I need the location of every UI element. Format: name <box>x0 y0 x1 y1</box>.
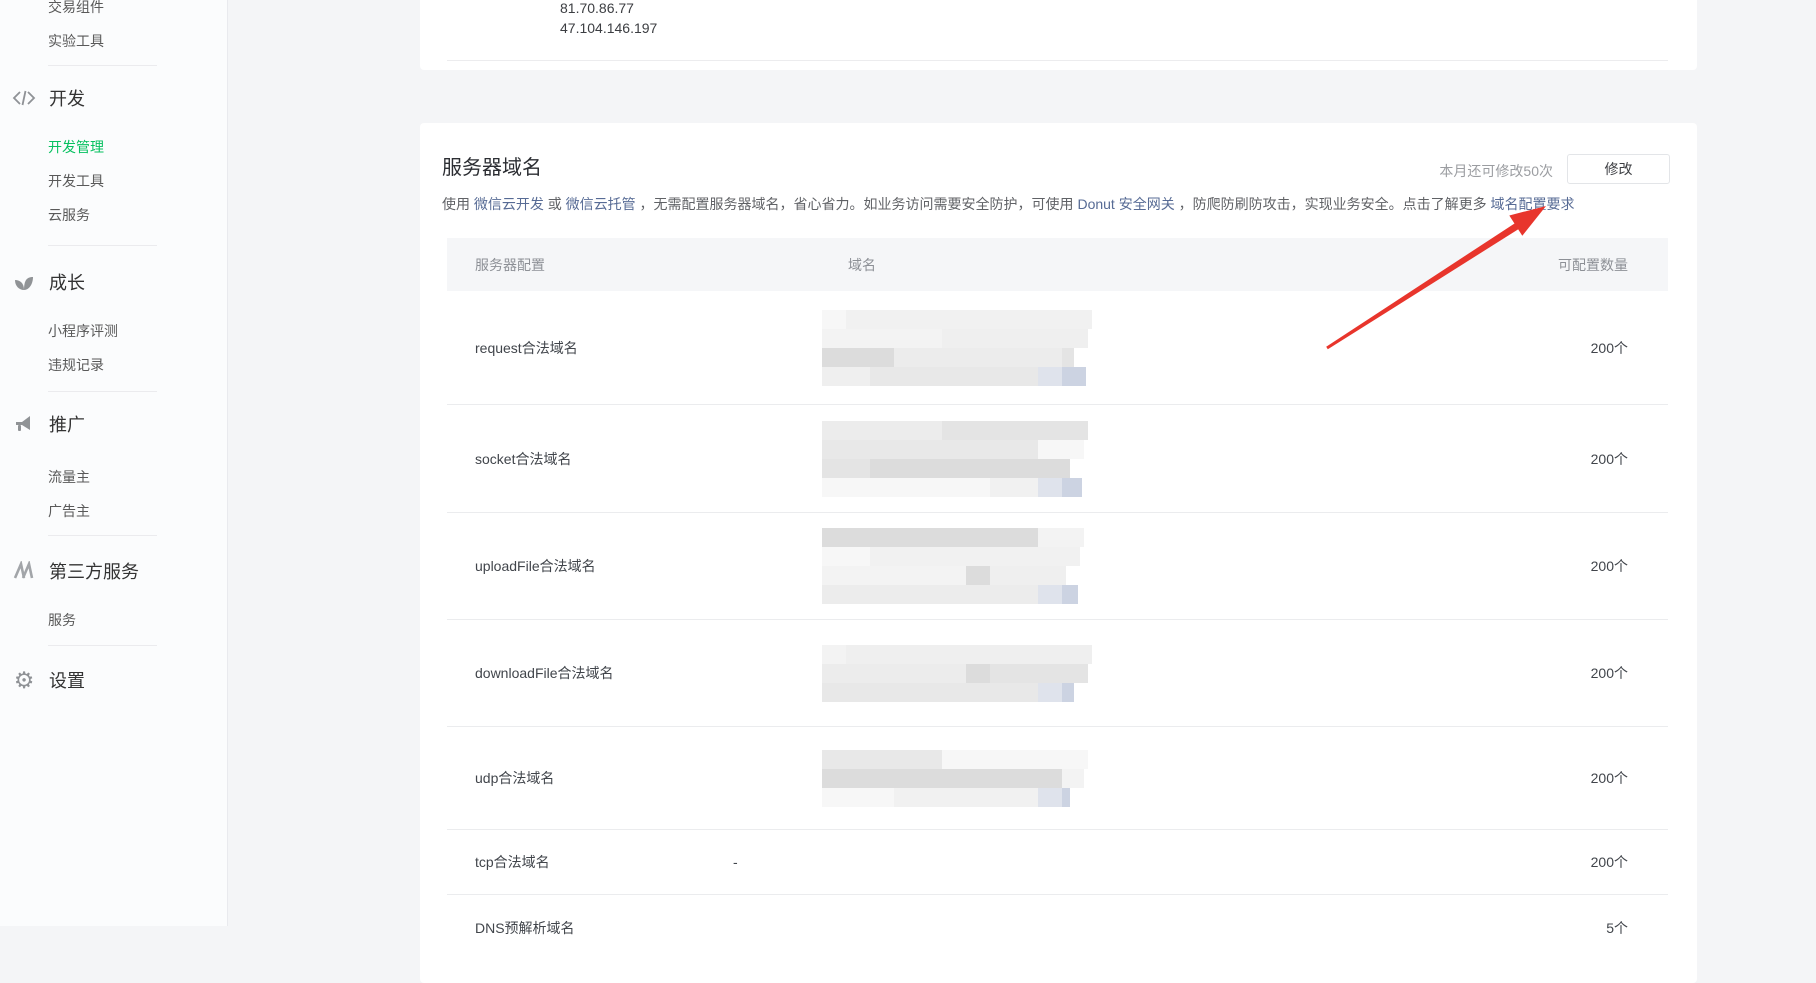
sidebar-section-label: 第三方服务 <box>49 558 139 584</box>
sidebar-section-growth[interactable]: 成长 <box>0 250 227 314</box>
ip-address: 47.104.146.197 <box>560 18 657 38</box>
page-title: 服务器域名 <box>442 151 542 180</box>
quota-value: 200个 <box>1468 852 1668 872</box>
column-header: 服务器配置 <box>447 255 733 275</box>
domain-config-requirements-link[interactable]: 域名配置要求 <box>1490 196 1574 212</box>
sidebar-section-development[interactable]: 开发 <box>0 66 227 130</box>
server-domain-card: 服务器域名 本月还可修改50次 修改 使用 微信云开发 或 微信云托管 ，无需配… <box>420 123 1697 983</box>
table-row: request合法域名 200个 <box>447 291 1668 405</box>
quota-value: 5个 <box>1468 918 1668 938</box>
megaphone-icon <box>12 412 36 436</box>
domain-cell <box>733 310 1468 386</box>
sidebar-section-label: 开发 <box>49 85 85 111</box>
sidebar-divider <box>48 535 157 536</box>
sidebar: 交易组件实验工具开发开发管理开发工具云服务成长小程序评测违规记录推广流量主广告主… <box>0 0 228 926</box>
sidebar-item-dev-management[interactable]: 开发管理 <box>0 130 227 164</box>
ip-address: 81.70.86.77 <box>560 0 657 18</box>
table-row: tcp合法域名- 200个 <box>447 830 1668 895</box>
server-config-label: udp合法域名 <box>447 768 733 788</box>
censored-domain-mosaic <box>822 528 1468 604</box>
server-config-label: uploadFile合法域名 <box>447 556 733 576</box>
server-config-label: socket合法域名 <box>447 449 733 469</box>
modify-button[interactable]: 修改 <box>1567 154 1670 184</box>
quota-value: 200个 <box>1468 663 1668 683</box>
server-config-label: downloadFile合法域名 <box>447 663 733 683</box>
divider <box>447 60 1668 61</box>
sidebar-item-traffic-master[interactable]: 流量主 <box>0 460 227 494</box>
sidebar-section-label: 推广 <box>49 411 85 437</box>
censored-domain-mosaic <box>822 645 1468 702</box>
sidebar-item-violation-records[interactable]: 违规记录 <box>0 348 227 382</box>
table-header-row: 服务器配置域名可配置数量 <box>447 238 1668 291</box>
sidebar-item-experiment-tools[interactable]: 实验工具 <box>0 24 227 58</box>
sidebar-divider <box>48 245 157 246</box>
server-config-label: request合法域名 <box>447 338 733 358</box>
description-segment: ，防爬防刷防攻击，实现业务安全。点击了解更多 <box>1175 196 1491 212</box>
previous-section-card: 81.70.86.77 47.104.146.197 <box>420 0 1697 70</box>
table-row: uploadFile合法域名 200个 <box>447 513 1668 620</box>
column-header: 域名 <box>733 255 1468 275</box>
donut-gateway-link[interactable]: Donut 安全网关 <box>1077 196 1174 212</box>
sidebar-section-label: 设置 <box>49 667 85 693</box>
description-segment: 使用 <box>442 196 474 212</box>
quota-value: 200个 <box>1468 768 1668 788</box>
domain-cell: - <box>733 854 1468 870</box>
domain-cell <box>733 750 1468 807</box>
domain-cell <box>733 645 1468 702</box>
third-party-icon <box>12 559 36 583</box>
wxcloud-dev-link[interactable]: 微信云开发 <box>474 196 544 212</box>
sidebar-section-label: 成长 <box>49 269 85 295</box>
domain-cell <box>733 421 1468 497</box>
table-row: downloadFile合法域名 200个 <box>447 620 1668 727</box>
server-config-label: DNS预解析域名 <box>447 918 733 938</box>
empty-domain-value: - <box>733 854 738 870</box>
server-config-label: tcp合法域名 <box>447 852 733 872</box>
sidebar-section-promotion[interactable]: 推广 <box>0 392 227 456</box>
wechat-miniprogram-console: 交易组件实验工具开发开发管理开发工具云服务成长小程序评测违规记录推广流量主广告主… <box>0 0 1816 926</box>
description-text: 使用 微信云开发 或 微信云托管 ，无需配置服务器域名，省心省力。如业务访问需要… <box>442 194 1642 214</box>
sidebar-item-trade-components[interactable]: 交易组件 <box>0 0 227 24</box>
censored-domain-mosaic <box>822 750 1468 807</box>
description-segment: 或 <box>544 196 566 212</box>
ip-address-list: 81.70.86.77 47.104.146.197 <box>560 0 657 38</box>
censored-domain-mosaic <box>822 310 1468 386</box>
code-icon <box>12 86 36 110</box>
sidebar-item-cloud-service[interactable]: 云服务 <box>0 198 227 232</box>
quota-value: 200个 <box>1468 338 1668 358</box>
wxcloud-hosting-link[interactable]: 微信云托管 <box>566 196 636 212</box>
sidebar-item-service[interactable]: 服务 <box>0 603 227 637</box>
server-domain-table: 服务器配置域名可配置数量 request合法域名 200个 socket合法域名 200… <box>447 238 1668 960</box>
monthly-quota-text: 本月还可修改50次 <box>1439 161 1553 181</box>
table-row: socket合法域名 200个 <box>447 405 1668 513</box>
sidebar-section-settings[interactable]: ⚙ 设置 <box>0 648 227 712</box>
sidebar-section-third-party[interactable]: 第三方服务 <box>0 539 227 603</box>
quota-value: 200个 <box>1468 449 1668 469</box>
sidebar-item-dev-tools[interactable]: 开发工具 <box>0 164 227 198</box>
sprout-icon <box>12 270 36 294</box>
domain-cell <box>733 528 1468 604</box>
gear-icon: ⚙ <box>12 668 36 692</box>
sidebar-divider <box>48 645 157 646</box>
table-row: udp合法域名 200个 <box>447 727 1668 830</box>
censored-domain-mosaic <box>822 421 1468 497</box>
column-header: 可配置数量 <box>1468 255 1668 275</box>
description-segment: ，无需配置服务器域名，省心省力。如业务访问需要安全防护，可使用 <box>636 196 1078 212</box>
quota-value: 200个 <box>1468 556 1668 576</box>
table-row: DNS预解析域名 5个 <box>447 895 1668 960</box>
sidebar-item-advertiser[interactable]: 广告主 <box>0 494 227 528</box>
sidebar-item-miniprogram-evaluation[interactable]: 小程序评测 <box>0 314 227 348</box>
